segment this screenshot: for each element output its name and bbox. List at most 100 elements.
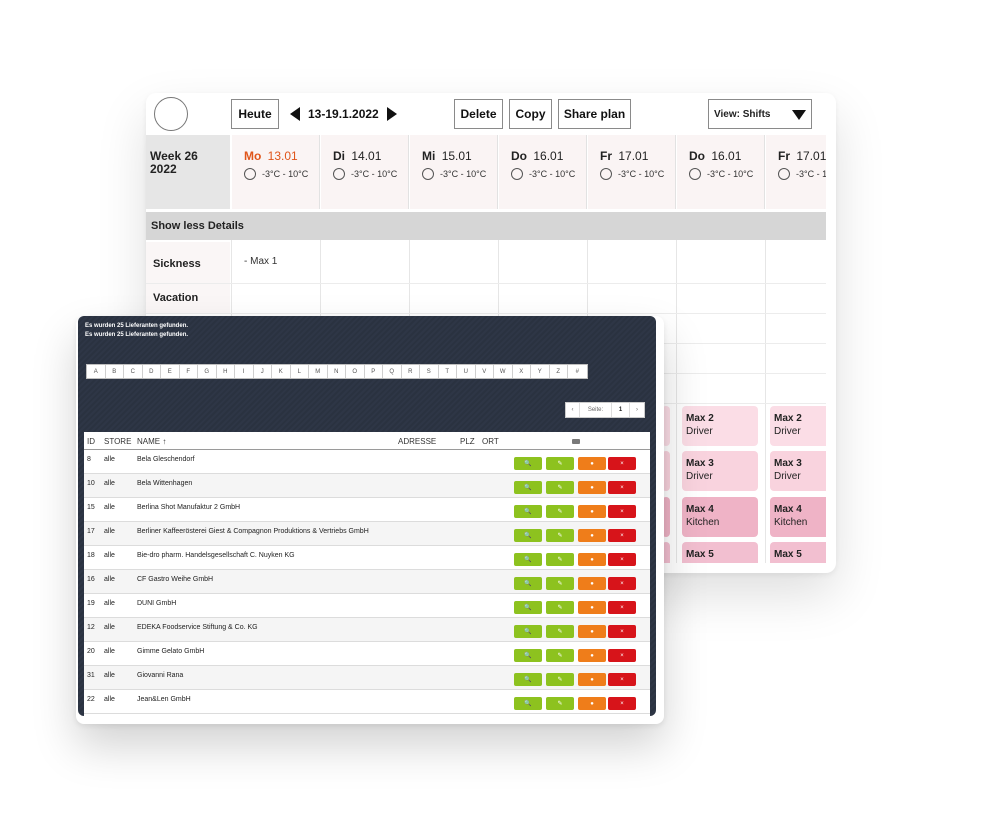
- letter-filter[interactable]: B: [106, 365, 124, 378]
- table-row[interactable]: 12 alle EDEKA Foodservice Stiftung & Co.…: [84, 618, 650, 642]
- lock-button[interactable]: ●: [578, 553, 606, 566]
- column-header-city[interactable]: ORT: [482, 437, 499, 446]
- letter-filter[interactable]: M: [309, 365, 328, 378]
- view-button[interactable]: 🔍: [514, 625, 542, 638]
- day-column[interactable]: Mo 13.01 -3°C - 10°C: [232, 135, 320, 209]
- prev-page-button[interactable]: ‹: [566, 403, 580, 417]
- edit-button[interactable]: ✎: [546, 481, 574, 494]
- column-header-name[interactable]: NAME ↑: [137, 437, 166, 446]
- day-column[interactable]: Fr 17.01 -3°C - 10°C: [588, 135, 676, 209]
- column-header-id[interactable]: ID: [87, 437, 95, 446]
- day-column[interactable]: Mi 15.01 -3°C - 10°C: [410, 135, 498, 209]
- view-button[interactable]: 🔍: [514, 529, 542, 542]
- letter-filter[interactable]: C: [124, 365, 143, 378]
- view-button[interactable]: 🔍: [514, 553, 542, 566]
- edit-button[interactable]: ✎: [546, 697, 574, 710]
- edit-button[interactable]: ✎: [546, 625, 574, 638]
- delete-button[interactable]: ×: [608, 505, 636, 518]
- user-avatar[interactable]: [154, 97, 188, 131]
- lock-button[interactable]: ●: [578, 697, 606, 710]
- edit-button[interactable]: ✎: [546, 601, 574, 614]
- lock-button[interactable]: ●: [578, 529, 606, 542]
- letter-filter[interactable]: L: [291, 365, 309, 378]
- letter-filter[interactable]: R: [402, 365, 420, 378]
- column-header-plz[interactable]: PLZ: [460, 437, 475, 446]
- next-week-icon[interactable]: [386, 107, 397, 121]
- edit-button[interactable]: ✎: [546, 457, 574, 470]
- letter-filter[interactable]: K: [272, 365, 291, 378]
- view-button[interactable]: 🔍: [514, 697, 542, 710]
- current-page[interactable]: 1: [612, 403, 630, 417]
- table-row[interactable]: 15 alle Berlina Shot Manufaktur 2 GmbH 🔍…: [84, 498, 650, 522]
- shift-card[interactable]: Max 3 Driver: [682, 451, 758, 491]
- view-button[interactable]: 🔍: [514, 649, 542, 662]
- letter-filter[interactable]: A: [87, 365, 106, 378]
- view-button[interactable]: 🔍: [514, 577, 542, 590]
- letter-filter[interactable]: I: [235, 365, 254, 378]
- delete-button[interactable]: ×: [608, 529, 636, 542]
- delete-button[interactable]: ×: [608, 673, 636, 686]
- letter-filter[interactable]: W: [494, 365, 513, 378]
- column-header-address[interactable]: ADRESSE: [398, 437, 436, 446]
- copy-button[interactable]: Copy: [509, 99, 552, 129]
- shift-card[interactable]: Max 2 Driver: [682, 406, 758, 446]
- day-column[interactable]: Fr 17.01 -3°C - 10°C: [766, 135, 826, 209]
- edit-button[interactable]: ✎: [546, 529, 574, 542]
- shift-card[interactable]: Max 2 Driver: [770, 406, 826, 446]
- table-row[interactable]: 17 alle Berliner Kaffeerösterei Giest & …: [84, 522, 650, 546]
- next-page-button[interactable]: ›: [630, 403, 644, 417]
- delete-button[interactable]: ×: [608, 649, 636, 662]
- mail-icon[interactable]: [572, 439, 580, 444]
- table-row[interactable]: 16 alle CF Gastro Weihe GmbH 🔍 ✎ ● ×: [84, 570, 650, 594]
- letter-filter[interactable]: U: [457, 365, 476, 378]
- letter-filter[interactable]: P: [365, 365, 383, 378]
- letter-filter[interactable]: H: [217, 365, 235, 378]
- lock-button[interactable]: ●: [578, 625, 606, 638]
- lock-button[interactable]: ●: [578, 673, 606, 686]
- table-row[interactable]: 10 alle Bela Wittenhagen 🔍 ✎ ● ×: [84, 474, 650, 498]
- letter-filter[interactable]: X: [513, 365, 531, 378]
- letter-filter[interactable]: O: [346, 365, 365, 378]
- lock-button[interactable]: ●: [578, 577, 606, 590]
- table-row[interactable]: 18 alle Bie-dro pharm. Handelsgesellscha…: [84, 546, 650, 570]
- share-plan-button[interactable]: Share plan: [558, 99, 631, 129]
- delete-button[interactable]: ×: [608, 577, 636, 590]
- view-button[interactable]: 🔍: [514, 481, 542, 494]
- letter-filter[interactable]: N: [328, 365, 346, 378]
- edit-button[interactable]: ✎: [546, 673, 574, 686]
- table-row[interactable]: 20 alle Gimme Gelato GmbH 🔍 ✎ ● ×: [84, 642, 650, 666]
- view-button[interactable]: 🔍: [514, 457, 542, 470]
- today-button[interactable]: Heute: [231, 99, 279, 129]
- column-header-store[interactable]: STORE: [104, 437, 131, 446]
- edit-button[interactable]: ✎: [546, 577, 574, 590]
- letter-filter[interactable]: S: [420, 365, 439, 378]
- letter-filter[interactable]: T: [439, 365, 457, 378]
- letter-filter[interactable]: Q: [383, 365, 402, 378]
- delete-button[interactable]: ×: [608, 481, 636, 494]
- day-column[interactable]: Do 16.01 -3°C - 10°C: [677, 135, 765, 209]
- day-column[interactable]: Do 16.01 -3°C - 10°C: [499, 135, 587, 209]
- previous-week-icon[interactable]: [290, 107, 300, 121]
- letter-filter[interactable]: E: [161, 365, 180, 378]
- letter-filter[interactable]: #: [568, 365, 587, 378]
- delete-button[interactable]: ×: [608, 697, 636, 710]
- table-row[interactable]: 31 alle Giovanni Rana 🔍 ✎ ● ×: [84, 666, 650, 690]
- edit-button[interactable]: ✎: [546, 505, 574, 518]
- view-select[interactable]: View: Shifts: [708, 99, 812, 129]
- edit-button[interactable]: ✎: [546, 649, 574, 662]
- view-button[interactable]: 🔍: [514, 505, 542, 518]
- edit-button[interactable]: ✎: [546, 553, 574, 566]
- letter-filter[interactable]: Y: [531, 365, 550, 378]
- shift-card[interactable]: Max 5: [770, 542, 826, 563]
- shift-card[interactable]: Max 3 Driver: [770, 451, 826, 491]
- show-less-details-toggle[interactable]: Show less Details: [146, 212, 826, 240]
- lock-button[interactable]: ●: [578, 649, 606, 662]
- delete-button[interactable]: Delete: [454, 99, 503, 129]
- delete-button[interactable]: ×: [608, 457, 636, 470]
- lock-button[interactable]: ●: [578, 601, 606, 614]
- letter-filter[interactable]: J: [254, 365, 272, 378]
- view-button[interactable]: 🔍: [514, 673, 542, 686]
- delete-button[interactable]: ×: [608, 553, 636, 566]
- table-row[interactable]: 8 alle Bela Gleschendorf 🔍 ✎ ● ×: [84, 450, 650, 474]
- table-row[interactable]: 22 alle Jean&Len GmbH 🔍 ✎ ● ×: [84, 690, 650, 714]
